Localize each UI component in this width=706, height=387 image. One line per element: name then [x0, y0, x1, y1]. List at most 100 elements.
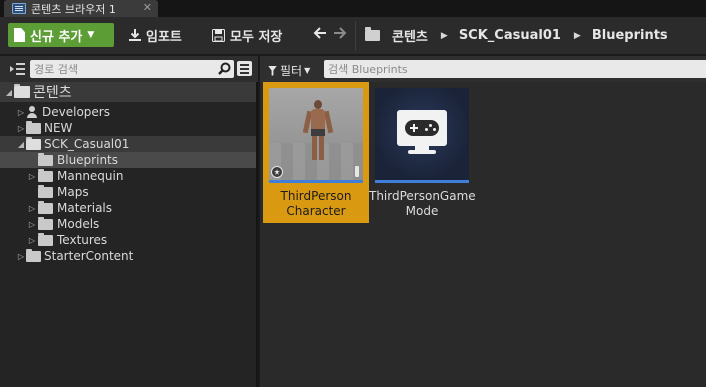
- asset-label-line2: Character: [286, 204, 346, 218]
- save-all-label: 모두 저장: [230, 29, 283, 45]
- asset-label-line2: Mode: [405, 204, 439, 218]
- toggle-sources-icon[interactable]: [9, 62, 25, 76]
- tab-strip: 콘텐츠 브라우저 1 ✕: [0, 0, 706, 17]
- content-browser-icon: [12, 3, 26, 14]
- folder-tree: ◢ 콘텐츠 ▷ Developers ▷ NEW ◢ SCK_Casual01 …: [0, 82, 256, 264]
- chevron-right-icon[interactable]: ▶: [574, 31, 581, 41]
- asset-search-input[interactable]: [328, 61, 688, 77]
- asset-type-bar: [269, 180, 363, 183]
- tree-item-label: SCK_Casual01: [44, 137, 130, 151]
- import-icon: [129, 29, 141, 41]
- filter-icon: [268, 65, 277, 76]
- folder-icon: [38, 200, 53, 214]
- add-new-button[interactable]: 신규 추가 ▼: [8, 23, 114, 47]
- tree-item-content[interactable]: ◢ 콘텐츠: [0, 82, 256, 102]
- folder-icon: [38, 216, 53, 230]
- asset-search-box: [324, 60, 706, 78]
- save-all-button[interactable]: 모두 저장: [212, 25, 282, 45]
- chevron-right-icon[interactable]: ▶: [441, 31, 448, 41]
- path-search-row: [0, 56, 258, 82]
- character-figure: [302, 100, 334, 160]
- folder-icon: [26, 248, 41, 262]
- filter-button[interactable]: 필터 ▼: [268, 62, 310, 79]
- monitor-stand: [408, 150, 436, 154]
- chevron-right-icon[interactable]: ▷: [16, 124, 26, 133]
- chevron-right-icon[interactable]: ▷: [27, 220, 37, 229]
- tree-item-label: Maps: [57, 185, 89, 199]
- filter-label: 필터: [280, 64, 303, 78]
- breadcrumb-item-sck-casual01[interactable]: SCK_Casual01: [459, 28, 561, 43]
- folder-open-icon: [14, 84, 30, 98]
- tree-item-label: Blueprints: [57, 153, 119, 167]
- blueprint-badge-icon: [271, 166, 283, 178]
- toolbar: 신규 추가 ▼ 임포트 모두 저장 콘텐츠 ▶ SCK_Casual01 ▶ B…: [0, 17, 706, 55]
- tree-item-developers[interactable]: ▷ Developers: [0, 104, 256, 120]
- asset-tile-thirdpersongamemode[interactable]: ThirdPersonGame Mode: [369, 82, 476, 223]
- tree-item-startercontent[interactable]: ▷ StarterContent: [0, 248, 256, 264]
- search-icon[interactable]: [218, 62, 231, 75]
- tree-item-sck-casual01[interactable]: ◢ SCK_Casual01: [0, 136, 256, 152]
- tab-title: 콘텐츠 브라우저 1: [31, 2, 116, 16]
- tree-item-label: Developers: [42, 105, 110, 119]
- path-search-input[interactable]: [34, 61, 214, 77]
- asset-type-bar: [375, 180, 469, 183]
- tree-item-label: Materials: [57, 201, 113, 215]
- import-label: 임포트: [146, 29, 182, 45]
- tree-item-label: Mannequin: [57, 169, 124, 183]
- tree-item-models[interactable]: ▷ Models: [0, 216, 256, 232]
- tree-item-maps[interactable]: Maps: [0, 184, 256, 200]
- tree-item-label: StarterContent: [44, 249, 134, 263]
- save-icon: [212, 28, 225, 42]
- import-button[interactable]: 임포트: [128, 25, 182, 45]
- breadcrumb: 콘텐츠 ▶ SCK_Casual01 ▶ Blueprints: [365, 26, 668, 45]
- folder-icon: [38, 152, 53, 166]
- view-options-icon[interactable]: [237, 61, 252, 76]
- chevron-right-icon[interactable]: ▷: [27, 204, 37, 213]
- toolbar-divider: [355, 21, 356, 51]
- tree-item-textures[interactable]: ▷ Textures: [0, 232, 256, 248]
- chevron-right-icon[interactable]: ▷: [27, 172, 37, 181]
- tree-item-mannequin[interactable]: ▷ Mannequin: [0, 168, 256, 184]
- monitor-icon: [397, 110, 447, 152]
- forward-arrow-icon[interactable]: [333, 26, 347, 44]
- asset-label: ThirdPerson Character: [263, 189, 369, 219]
- tree-item-materials[interactable]: ▷ Materials: [0, 200, 256, 216]
- tree-item-label: NEW: [44, 121, 73, 135]
- chevron-down-icon: ▼: [304, 66, 311, 75]
- asset-label-line1: ThirdPersonGame: [369, 189, 476, 203]
- tree-item-label: Textures: [57, 233, 108, 247]
- folder-icon: [38, 184, 53, 198]
- asset-label: ThirdPersonGame Mode: [369, 189, 476, 219]
- folder-icon: [38, 168, 53, 182]
- chevron-right-icon[interactable]: ▷: [16, 252, 26, 261]
- path-search-box: [30, 60, 234, 78]
- tree-item-label: Models: [57, 217, 100, 231]
- add-new-label: 신규 추가: [30, 29, 83, 45]
- filter-row: 필터 ▼: [260, 56, 706, 82]
- folder-icon[interactable]: [365, 27, 380, 41]
- gamepad-icon: [405, 120, 439, 136]
- tree-item-new[interactable]: ▷ NEW: [0, 120, 256, 136]
- tab-content-browser[interactable]: 콘텐츠 브라우저 1 ✕: [4, 0, 158, 17]
- breadcrumb-item-blueprints[interactable]: Blueprints: [592, 28, 668, 43]
- tree-item-blueprints[interactable]: Blueprints: [0, 152, 256, 168]
- chevron-right-icon[interactable]: ▷: [16, 108, 26, 117]
- assets-panel: 필터 ▼ ThirdPerson Character: [260, 56, 706, 387]
- back-arrow-icon[interactable]: [313, 26, 327, 44]
- info-icon: [355, 166, 359, 177]
- close-icon[interactable]: ✕: [143, 1, 152, 14]
- chevron-right-icon[interactable]: ▷: [27, 236, 37, 245]
- sources-panel: ◢ 콘텐츠 ▷ Developers ▷ NEW ◢ SCK_Casual01 …: [0, 56, 258, 387]
- gamemode-thumbnail: [375, 88, 469, 182]
- asset-tile-thirdpersoncharacter[interactable]: ThirdPerson Character: [263, 82, 369, 223]
- chevron-down-icon[interactable]: ◢: [4, 88, 14, 97]
- chevron-down-icon[interactable]: ◢: [16, 140, 26, 149]
- folder-open-icon: [26, 136, 41, 150]
- breadcrumb-item-content[interactable]: 콘텐츠: [392, 26, 428, 45]
- person-icon: [26, 106, 38, 118]
- asset-label-line1: ThirdPerson: [280, 189, 352, 203]
- folder-icon: [38, 232, 53, 246]
- new-document-icon: [14, 28, 25, 42]
- folder-icon: [26, 120, 41, 134]
- chevron-down-icon: ▼: [87, 30, 95, 40]
